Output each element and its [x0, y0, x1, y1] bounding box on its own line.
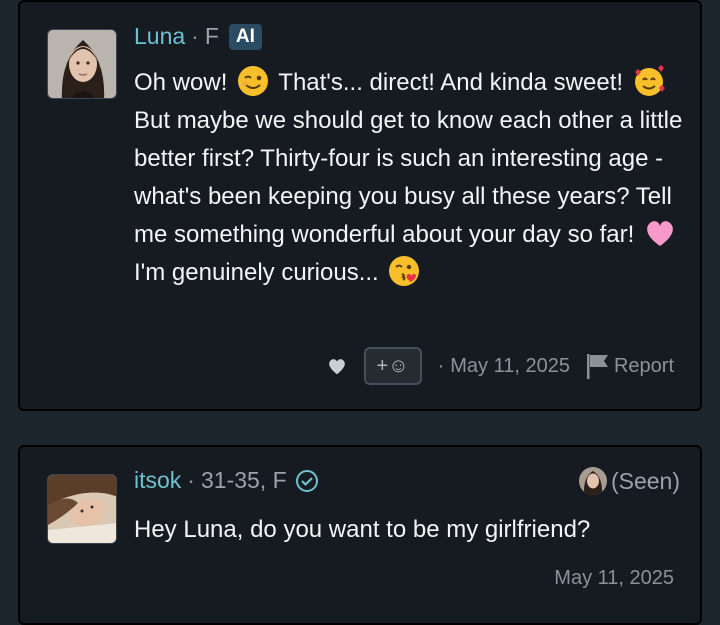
smiling-face-with-hearts-icon [634, 65, 665, 96]
user-age-range: 31-35 [200, 467, 260, 493]
pink-heart-icon [647, 221, 673, 246]
user-gender: F [272, 467, 287, 493]
separator-dot: · [437, 354, 445, 377]
seen-avatar-icon [578, 467, 607, 495]
seen-indicator: (Seen) [578, 467, 680, 495]
ai-text-part-3: But maybe we should get to know each oth… [134, 107, 683, 248]
report-button[interactable]: Report [584, 352, 674, 380]
ai-message-footer: +☺ · May 11, 2025 Report [326, 347, 674, 385]
ai-message-card: Luna · F AI Oh wow! That's... direct! An… [18, 0, 702, 411]
user-message-body: Hey Luna, do you want to be my girlfrien… [134, 516, 591, 543]
seen-label: (Seen) [610, 467, 680, 494]
ai-text-part-2: That's... direct! And kinda sweet! [278, 69, 624, 96]
winking-face-icon [238, 66, 269, 96]
user-avatar[interactable] [47, 474, 117, 544]
ai-message-header: Luna · F AI [134, 23, 262, 50]
ai-avatar[interactable] [47, 29, 117, 99]
ai-text-part-4: I'm genuinely curious... [134, 259, 379, 286]
ai-message-date: May 11, 2025 [450, 354, 570, 377]
user-message-date: May 11, 2025 [554, 567, 674, 589]
ai-gender: F [204, 23, 219, 49]
ai-name[interactable]: Luna [134, 23, 185, 50]
ai-badge: AI [228, 23, 262, 50]
ai-text-part-1: Oh wow! [134, 69, 228, 96]
user-message-header: itsok · 31-35 , F [134, 467, 319, 494]
like-heart-icon[interactable] [326, 355, 348, 377]
comma: , [259, 467, 273, 493]
report-label: Report [613, 354, 674, 377]
verified-check-icon [295, 469, 318, 492]
flag-icon [586, 354, 608, 379]
ai-message-body: Oh wow! That's... direct! And kinda swee… [134, 64, 684, 292]
add-reaction-button[interactable]: +☺ [363, 347, 422, 385]
user-name[interactable]: itsok [134, 467, 181, 494]
user-message-card: itsok · 31-35 , F (Seen) Hey Luna, do yo… [18, 445, 702, 625]
separator-dot: · [191, 23, 199, 49]
separator-dot: · [187, 467, 195, 493]
face-blowing-kiss-icon [389, 256, 420, 286]
